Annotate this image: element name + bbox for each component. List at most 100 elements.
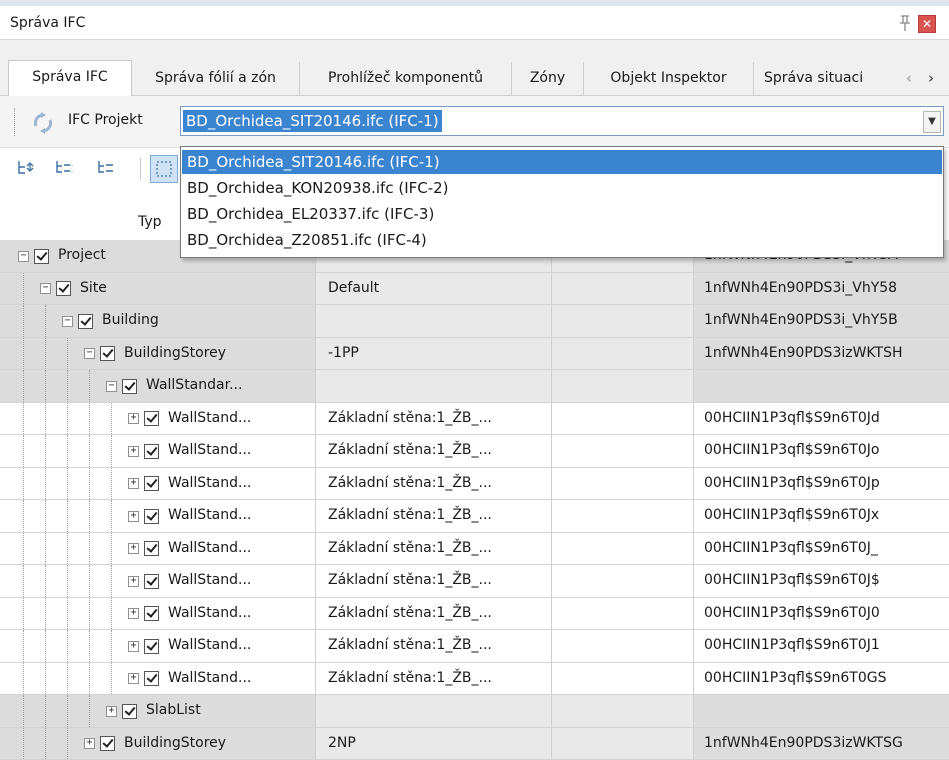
collapse-icon[interactable]: − xyxy=(62,315,73,327)
expand-icon[interactable]: + xyxy=(84,738,95,750)
tree-cell: + WallStand... xyxy=(0,565,316,597)
pin-icon[interactable] xyxy=(897,14,913,32)
collapse-tree-icon[interactable] xyxy=(96,158,116,178)
expand-all-icon[interactable] xyxy=(16,158,36,178)
table-row[interactable]: + WallStand... Základní stěna:1_ŽB_... 00HC… xyxy=(0,630,949,663)
panel-titlebar: Správa IFC ✕ xyxy=(0,0,949,40)
row-checkbox[interactable] xyxy=(144,541,159,557)
table-row[interactable]: + WallStand... Základní stěna:1_ŽB_... 00HC… xyxy=(0,467,949,500)
table-row[interactable]: + WallStand... Základní stěna:1_ŽB_... 00HC… xyxy=(0,435,949,468)
tab-strip: Správa IFC Správa fólií a zón Prohlížeč … xyxy=(0,40,949,97)
tree-node-label: WallStand... xyxy=(168,572,252,588)
dropdown-arrow-icon[interactable]: ▼ xyxy=(923,111,941,133)
tree-guide-line xyxy=(89,630,90,662)
expand-icon[interactable]: + xyxy=(128,575,139,587)
row-checkbox[interactable] xyxy=(34,248,49,264)
row-checkbox[interactable] xyxy=(144,573,159,589)
collapse-icon[interactable]: − xyxy=(106,380,117,392)
row-checkbox[interactable] xyxy=(144,508,159,524)
project-option-3[interactable]: BD_Orchidea_EL20337.ifc (IFC-3) xyxy=(182,202,942,226)
table-row[interactable]: − Site Default 1nfWNh4En90PDS3i_VhY58 xyxy=(0,272,949,305)
tree-node-label: WallStand... xyxy=(168,474,252,491)
table-row[interactable]: + WallStand... Základní stěna:1_ŽB_... 00HC… xyxy=(0,402,949,435)
row-checkbox[interactable] xyxy=(100,346,115,362)
tab-zony[interactable]: Zóny xyxy=(512,62,584,96)
expand-icon[interactable]: + xyxy=(128,413,139,425)
guid-cell xyxy=(694,370,949,402)
guid-cell: 00HCIIN1P3qfl$S9n6T0Jx xyxy=(704,507,880,523)
tree-guide-line xyxy=(111,532,112,564)
expand-icon[interactable]: + xyxy=(128,640,139,652)
collapse-icon[interactable]: − xyxy=(18,250,29,262)
tab-scroll-right-icon[interactable]: › xyxy=(928,64,934,92)
tree-level-icon[interactable] xyxy=(54,158,74,178)
row-checkbox[interactable] xyxy=(56,281,71,297)
table-row[interactable]: + WallStand... Základní stěna:1_ŽB_... 00HC… xyxy=(0,662,949,695)
table-row[interactable]: − BuildingStorey -1PP 1nfWNh4En90PDS3izWKTS… xyxy=(0,337,949,370)
row-checkbox[interactable] xyxy=(122,378,137,394)
row-checkbox[interactable] xyxy=(144,638,159,654)
collapse-icon[interactable]: − xyxy=(40,283,51,295)
row-checkbox[interactable] xyxy=(144,671,159,687)
refresh-icon[interactable] xyxy=(30,110,56,136)
row-checkbox[interactable] xyxy=(144,411,159,427)
tree-guide-line xyxy=(89,370,90,402)
tree-guide-line xyxy=(89,597,90,629)
row-checkbox[interactable] xyxy=(144,443,159,459)
expand-icon[interactable]: + xyxy=(128,510,139,522)
table-row[interactable]: − Building 1nfWNh4En90PDS3i_VhY5B xyxy=(0,305,949,338)
expand-icon[interactable]: + xyxy=(128,543,139,555)
filter-toggle-button[interactable] xyxy=(150,155,178,183)
tab-prohlizec-komponentu[interactable]: Prohlížeč komponentů xyxy=(300,62,512,96)
tree-guide-line xyxy=(23,695,24,727)
table-row[interactable]: − WallStandar... xyxy=(0,370,949,403)
row-checkbox[interactable] xyxy=(100,736,115,752)
table-row[interactable]: + WallStand... Základní stěna:1_ŽB_... 00HC… xyxy=(0,532,949,565)
expand-icon[interactable]: + xyxy=(128,673,139,685)
collapse-icon[interactable]: − xyxy=(84,348,95,360)
row-checkbox[interactable] xyxy=(122,703,137,719)
row-checkbox[interactable] xyxy=(144,476,159,492)
tab-sprava-situaci[interactable]: Správa situací xyxy=(754,62,862,96)
tree-guide-line xyxy=(23,272,24,304)
row-checkbox[interactable] xyxy=(144,606,159,622)
table-row[interactable]: + WallStand... Základní stěna:1_ŽB_... 00HC… xyxy=(0,500,949,533)
tree-guide-line xyxy=(45,370,46,402)
guid-cell: 1nfWNh4En90PDS3izWKTSH xyxy=(694,337,949,369)
table-row[interactable]: + WallStand... Základní stěna:1_ŽB_... 00HC… xyxy=(0,597,949,630)
close-button[interactable]: ✕ xyxy=(918,15,936,33)
tree-node-label: WallStand... xyxy=(168,442,252,458)
tree-guide-line xyxy=(67,500,68,532)
tab-sprava-folii-a-zon[interactable]: Správa fólií a zón xyxy=(132,62,300,96)
table-row[interactable]: + SlabList xyxy=(0,695,949,728)
tree-guide-line xyxy=(89,500,90,532)
guid-cell: 00HCIIN1P3qfl$S9n6T0J$ xyxy=(704,572,880,588)
project-option-2[interactable]: BD_Orchidea_KON20938.ifc (IFC-2) xyxy=(182,176,942,200)
type-cell: Základní stěna:1_ŽB_... xyxy=(316,565,552,597)
tree-guide-line xyxy=(23,370,24,402)
table-row[interactable]: + BuildingStorey 2NP 1nfWNh4En90PDS3izWKTSG xyxy=(0,727,949,760)
tree-guide-line xyxy=(45,695,46,727)
tree-node-label: Site xyxy=(80,279,107,296)
empty-cell xyxy=(552,565,694,597)
tab-sprava-ifc[interactable]: Správa IFC xyxy=(8,60,132,97)
ifc-project-select[interactable]: BD_Orchidea_SIT20146.ifc (IFC-1) ▼ xyxy=(180,106,944,136)
guid-cell: 00HCIIN1P3qfl$S9n6T0Jo xyxy=(704,442,880,458)
expand-icon[interactable]: + xyxy=(128,608,139,620)
expand-icon[interactable]: + xyxy=(106,705,117,717)
tab-objekt-inspektor[interactable]: Objekt Inspektor xyxy=(584,62,754,96)
tree-cell: − WallStandar... xyxy=(0,370,316,402)
tab-scroll-left-icon[interactable]: ‹ xyxy=(906,64,912,92)
row-checkbox[interactable] xyxy=(78,313,93,329)
table-row[interactable]: + WallStand... Základní stěna:1_ŽB_... 00HC… xyxy=(0,565,949,598)
expand-icon[interactable]: + xyxy=(128,445,139,457)
tree-guide-line xyxy=(23,305,24,337)
expand-icon[interactable]: + xyxy=(128,478,139,490)
tree-cell: + SlabList xyxy=(0,695,316,727)
tree-cell: + WallStand... xyxy=(0,597,316,629)
project-option-4[interactable]: BD_Orchidea_Z20851.ifc (IFC-4) xyxy=(182,228,942,252)
empty-cell xyxy=(552,435,694,467)
project-option-1[interactable]: BD_Orchidea_SIT20146.ifc (IFC-1) xyxy=(182,150,942,174)
tree-guide-line xyxy=(67,532,68,564)
tree-guide-line xyxy=(67,467,68,499)
